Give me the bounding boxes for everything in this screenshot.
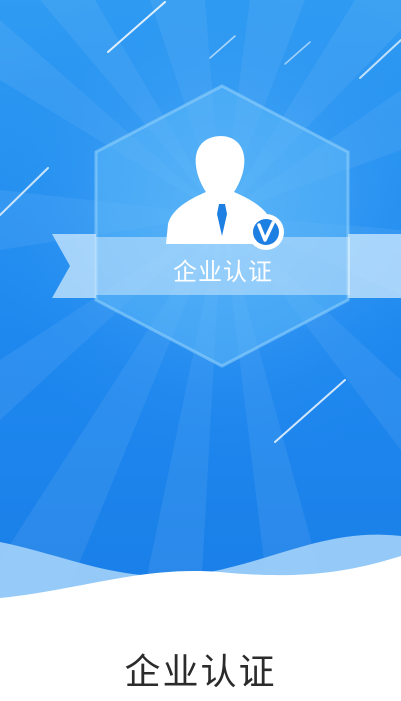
badge-label: 企业认证: [173, 258, 273, 286]
verified-v-icon: [248, 214, 284, 250]
ribbon-right-tail: [348, 234, 401, 298]
page-title: 企业认证: [124, 652, 277, 693]
hero-graphics: [0, 0, 401, 610]
hero-banner: 企业认证: [0, 0, 401, 610]
